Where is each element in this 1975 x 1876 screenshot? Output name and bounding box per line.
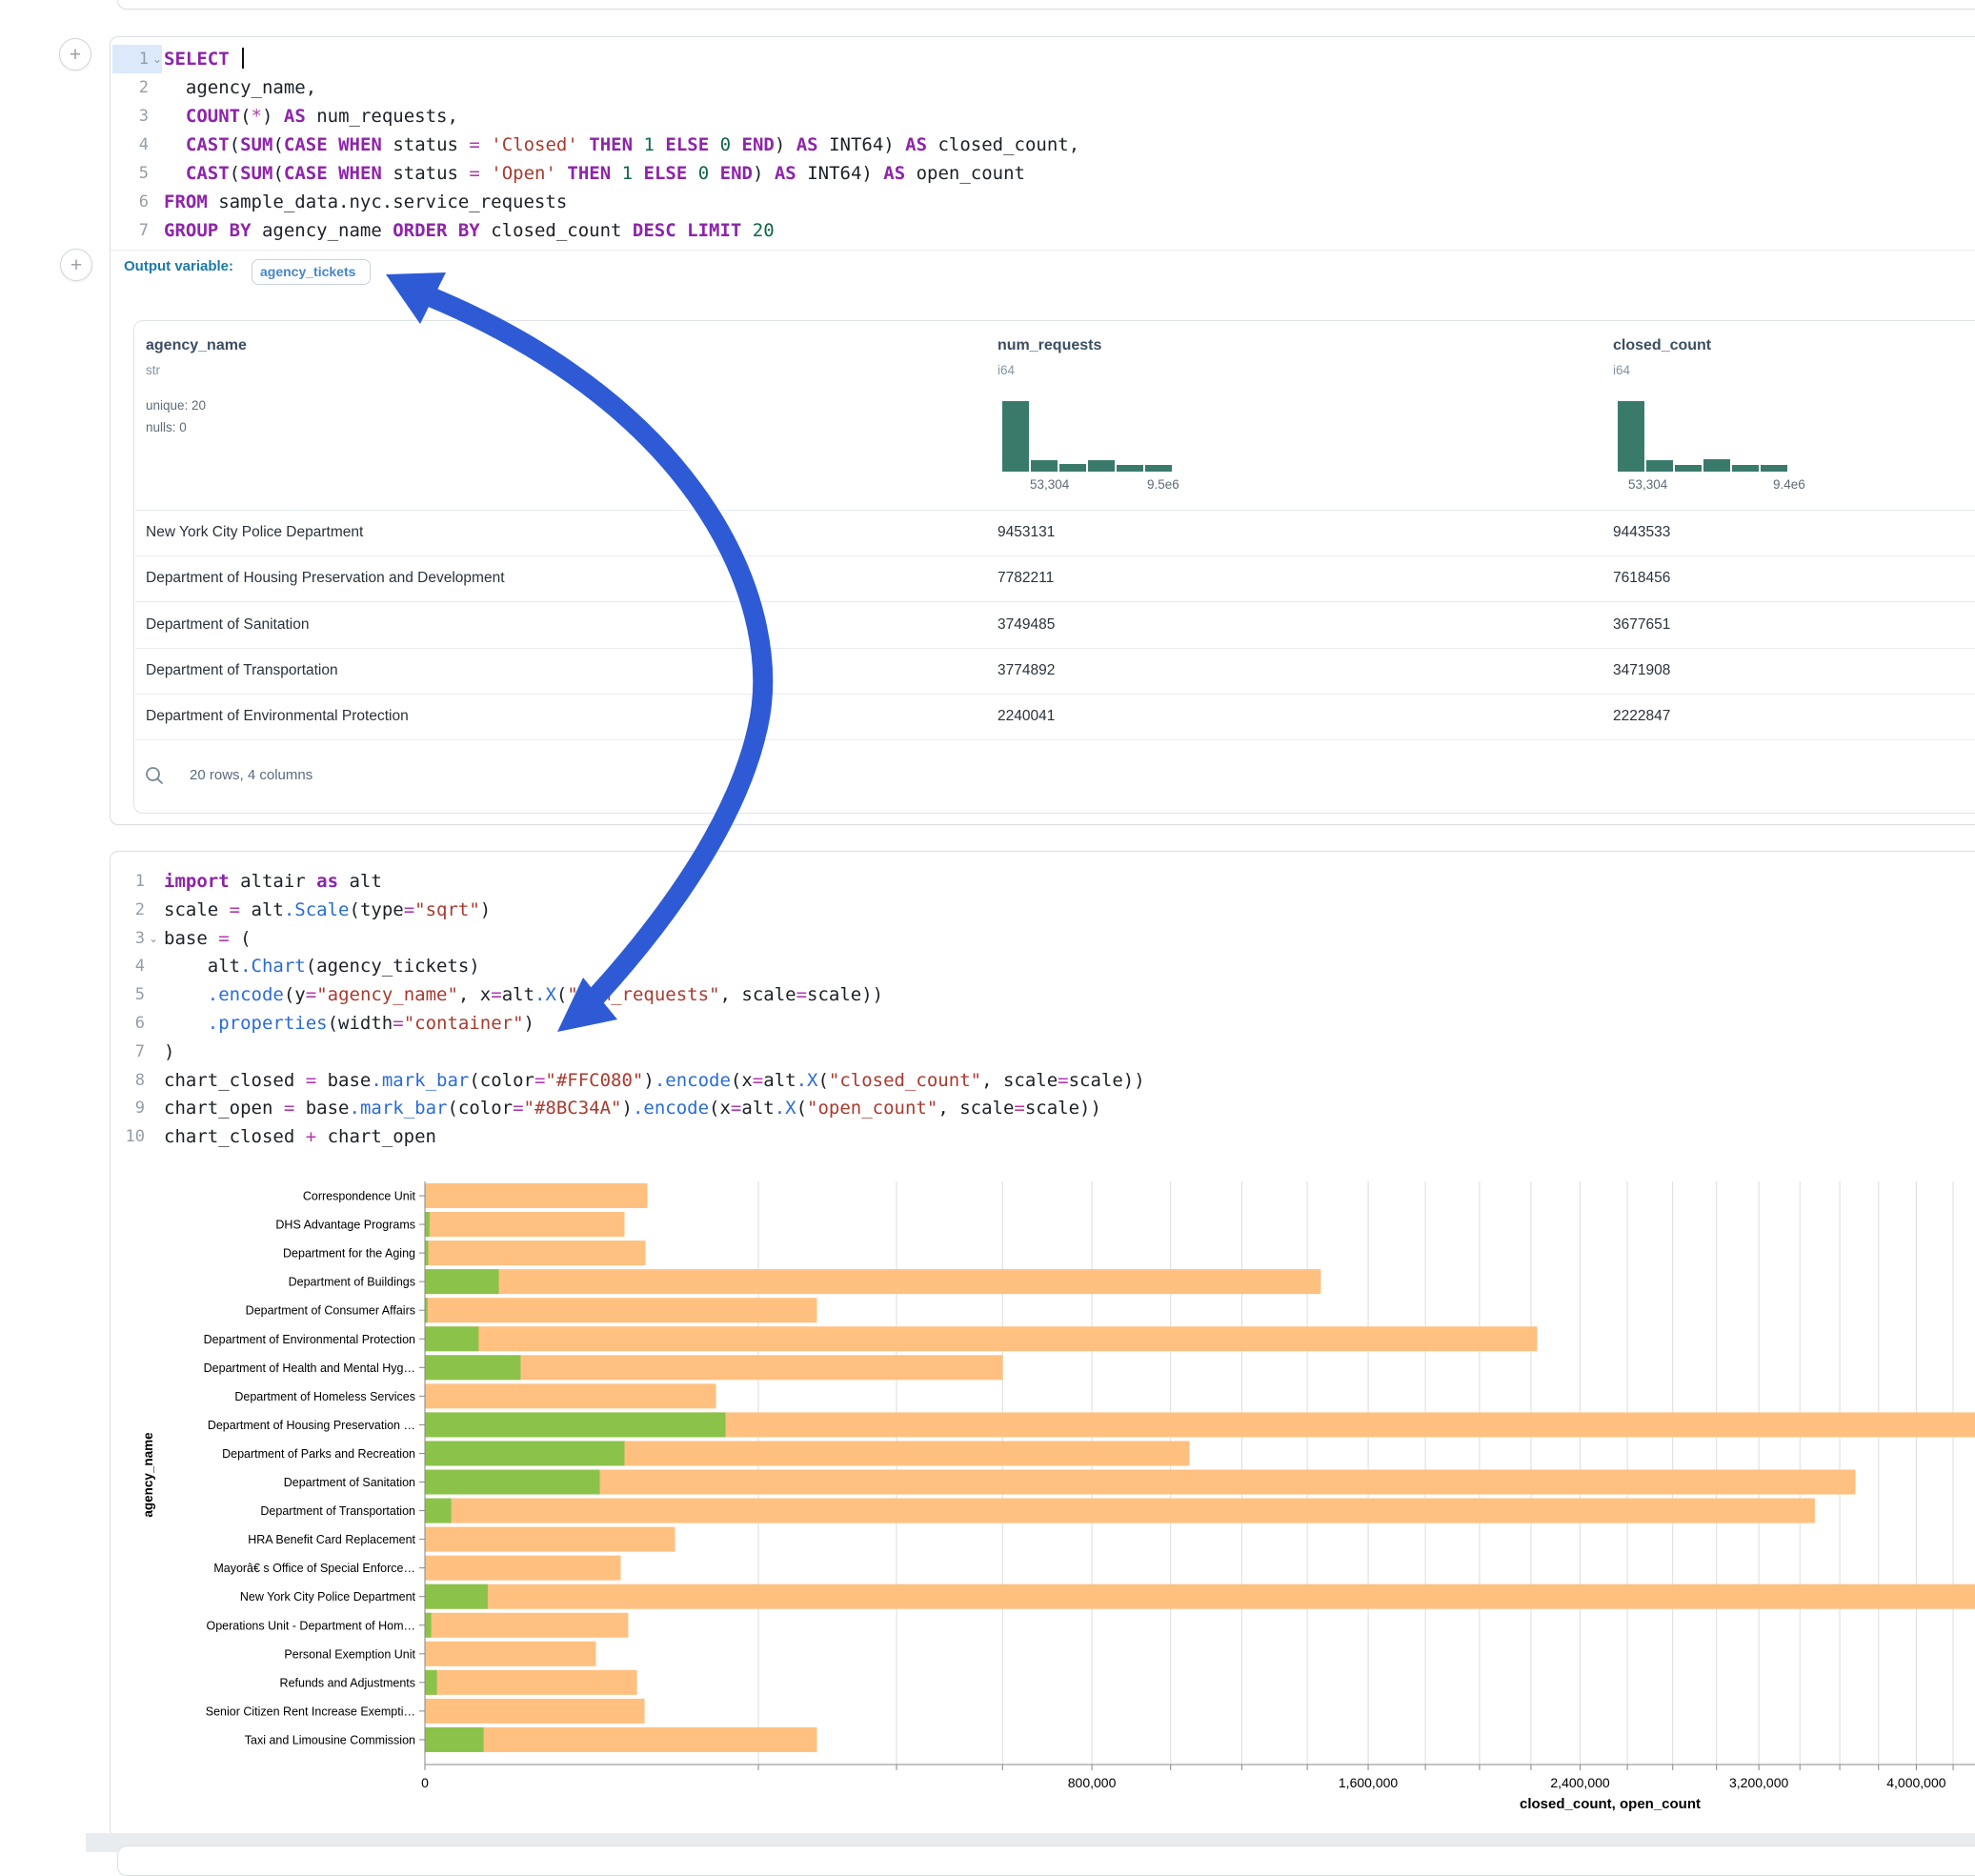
y-axis-label: Department of Housing Preservation …	[208, 1419, 415, 1432]
x-axis-tick-label: 1,600,000	[1339, 1775, 1398, 1790]
y-axis-label: Department of Consumer Affairs	[246, 1304, 415, 1318]
open-count-bar	[426, 1355, 521, 1380]
closed-count-bar	[426, 1556, 621, 1581]
closed-count-bar	[426, 1212, 625, 1237]
y-axis-label: Taxi and Limousine Commission	[245, 1733, 415, 1746]
open-count-bar	[426, 1727, 484, 1752]
y-axis-label: Operations Unit - Department of Hom…	[206, 1619, 415, 1632]
closed-count-bar	[426, 1499, 1815, 1523]
y-axis-label: Department of Homeless Services	[234, 1390, 415, 1403]
open-count-bar	[426, 1670, 437, 1695]
y-axis-label: Mayorâ€ s Office of Special Enforce…	[213, 1562, 415, 1575]
open-count-bar	[426, 1499, 452, 1523]
x-axis-tick-label: 3,200,000	[1729, 1775, 1788, 1790]
open-count-bar	[426, 1441, 625, 1465]
next-cell-edge	[117, 1846, 1975, 1876]
open-count-bar	[426, 1212, 430, 1237]
closed-count-bar	[426, 1613, 629, 1638]
altair-bar-chart: Correspondence Unit DHS Advantage Program…	[0, 0, 1975, 1852]
closed-count-bar	[426, 1383, 716, 1408]
y-axis-title: agency_name	[141, 1432, 155, 1518]
y-axis-label: Department of Health and Mental Hyg…	[204, 1362, 415, 1375]
closed-count-bar	[426, 1584, 1975, 1609]
y-axis-label: HRA Benefit Card Replacement	[248, 1533, 415, 1546]
y-axis-label: Refunds and Adjustments	[280, 1676, 415, 1689]
open-count-bar	[426, 1584, 488, 1609]
closed-count-bar	[426, 1527, 675, 1552]
y-axis-label: Department of Transportation	[260, 1504, 415, 1518]
y-axis-label: Personal Exemption Unit	[284, 1647, 415, 1661]
y-axis-label: New York City Police Department	[240, 1590, 416, 1604]
open-count-bar	[426, 1269, 499, 1294]
closed-count-bar	[426, 1269, 1321, 1294]
y-axis-label: Department of Environmental Protection	[204, 1333, 415, 1346]
closed-count-bar	[426, 1699, 645, 1724]
y-axis-label: DHS Advantage Programs	[275, 1219, 415, 1232]
closed-count-bar	[426, 1183, 648, 1208]
open-count-bar	[426, 1613, 432, 1638]
closed-count-bar	[426, 1642, 596, 1666]
x-axis-tick-label: 4,000,000	[1886, 1775, 1945, 1790]
y-axis-label: Department of Parks and Recreation	[222, 1447, 415, 1461]
y-axis-label: Department of Buildings	[289, 1276, 415, 1289]
x-axis-title: closed_count, open_count	[1520, 1796, 1701, 1812]
closed-count-bar	[426, 1241, 646, 1265]
closed-count-bar	[426, 1326, 1538, 1351]
closed-count-bar	[426, 1470, 1856, 1495]
x-axis-tick-label: 800,000	[1068, 1775, 1117, 1790]
y-axis-label: Senior Citizen Rent Increase Exempti…	[206, 1705, 415, 1718]
open-count-bar	[426, 1241, 429, 1265]
open-count-bar	[426, 1326, 479, 1351]
closed-count-bar	[426, 1727, 817, 1752]
closed-count-bar	[426, 1670, 637, 1695]
closed-count-bar	[426, 1298, 817, 1322]
open-count-bar	[426, 1412, 726, 1437]
notebook-page: { "colors": { "closed_bar": "#FFC080", "…	[0, 0, 1975, 1852]
y-axis-label: Correspondence Unit	[303, 1190, 416, 1203]
y-axis-label: Department for the Aging	[283, 1247, 415, 1261]
y-axis-label: Department of Sanitation	[284, 1476, 415, 1489]
x-axis-tick-label: 2,400,000	[1550, 1775, 1609, 1790]
open-count-bar	[426, 1298, 428, 1322]
x-axis-tick-label: 0	[421, 1775, 429, 1790]
open-count-bar	[426, 1470, 600, 1495]
